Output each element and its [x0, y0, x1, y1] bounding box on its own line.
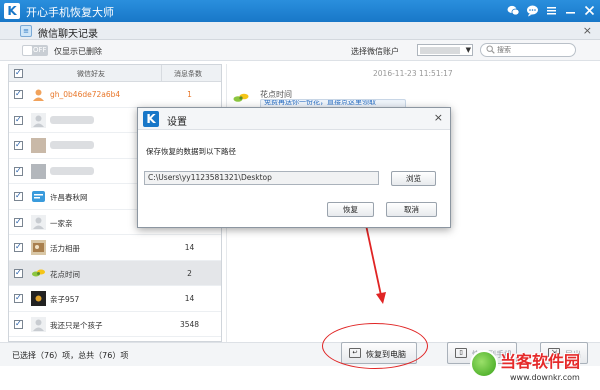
watermark-url: www.downkr.com: [510, 373, 580, 382]
watermark-logo-icon: [470, 350, 498, 378]
dialog-header: K 设置 ×: [138, 108, 450, 130]
settings-dialog: K 设置 × 保存恢复的数据到以下路径 C:\Users\yy112358132…: [137, 107, 451, 228]
dialog-logo-icon: K: [143, 111, 159, 127]
browse-button[interactable]: 浏览: [391, 171, 436, 186]
save-path-label: 保存恢复的数据到以下路径: [146, 147, 236, 156]
save-path-field[interactable]: C:\Users\yy1123581321\Desktop: [144, 171, 379, 185]
dialog-restore-button[interactable]: 恢复: [327, 202, 374, 217]
dialog-close-button[interactable]: ×: [434, 111, 443, 124]
watermark-title: 当客软件园: [500, 352, 581, 371]
dialog-cancel-button[interactable]: 取消: [386, 202, 437, 217]
watermark: 当客软件园 www.downkr.com: [470, 348, 598, 388]
dialog-title: 设置: [167, 117, 187, 128]
